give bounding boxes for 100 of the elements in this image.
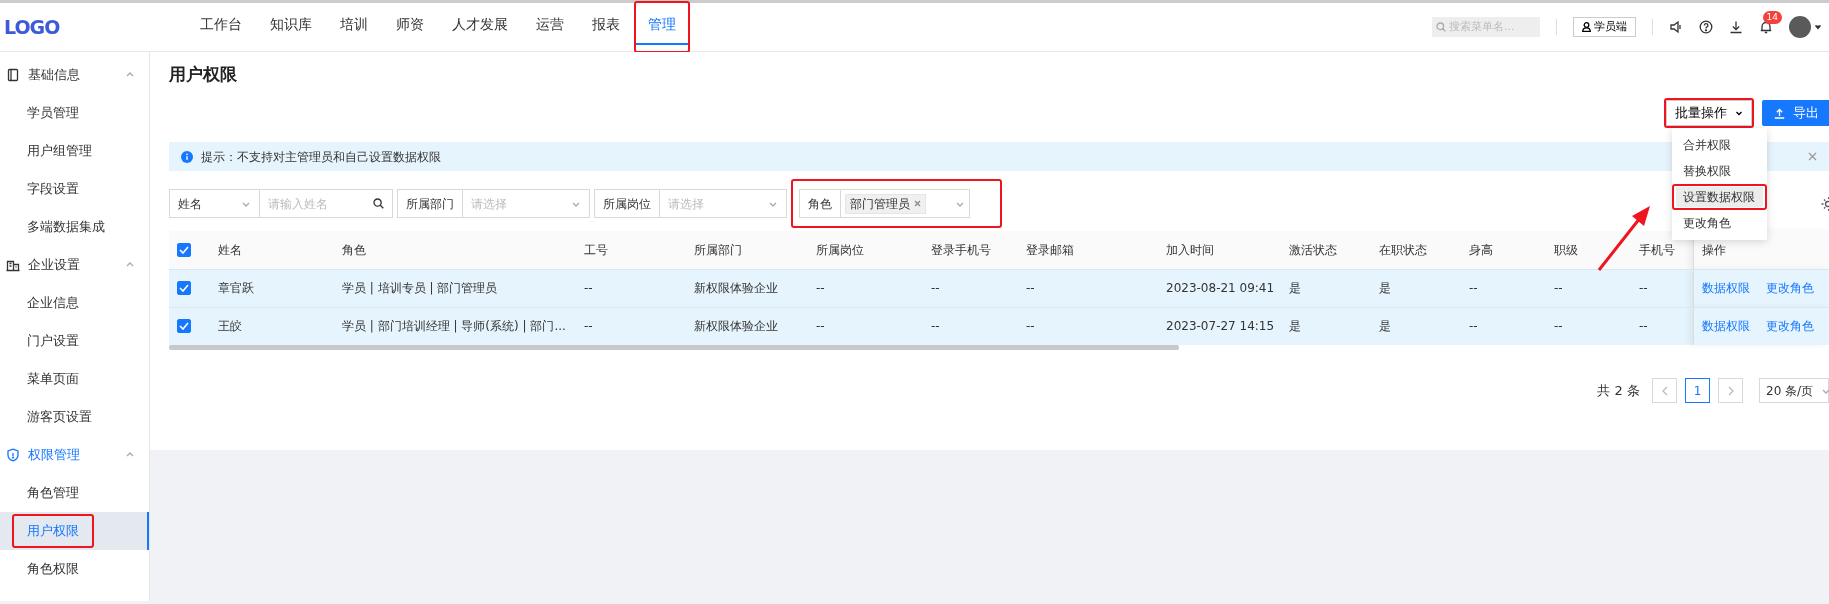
role-select[interactable]: 部门管理员 bbox=[841, 193, 969, 214]
table-cell: 是 bbox=[1371, 269, 1461, 307]
sidebar-item[interactable]: 用户权限 bbox=[27, 521, 79, 541]
table-cell: -- bbox=[1546, 307, 1631, 345]
sidebar-item[interactable]: 角色权限 bbox=[27, 559, 79, 579]
alert-message: 提示：不支持对主管理员和自己设置数据权限 bbox=[201, 148, 442, 166]
table-cell: -- bbox=[576, 269, 686, 307]
selected-tag: 部门管理员 bbox=[845, 193, 926, 214]
table-cell: 是 bbox=[1281, 307, 1371, 345]
page-title: 用户权限 bbox=[169, 63, 238, 86]
action-link[interactable]: 更改角色 bbox=[1765, 279, 1814, 297]
column-header: 工号 bbox=[576, 231, 686, 269]
filter-select[interactable]: 姓名 bbox=[170, 190, 260, 217]
search-icon bbox=[373, 198, 384, 209]
upload-icon bbox=[1774, 107, 1785, 119]
speaker-icon[interactable] bbox=[1669, 20, 1683, 34]
filter-label: 角色 bbox=[800, 190, 841, 217]
sidebar-item[interactable]: 角色管理 bbox=[27, 483, 79, 503]
nav-tab[interactable]: 工作台 bbox=[188, 5, 254, 45]
sidebar-group[interactable]: 基础信息 bbox=[0, 56, 149, 94]
sidebar-group[interactable]: 权限管理 bbox=[0, 436, 149, 474]
search-icon bbox=[1436, 22, 1446, 32]
table-cell: 是 bbox=[1281, 269, 1371, 307]
sidebar-item[interactable]: 企业信息 bbox=[27, 293, 79, 313]
chevron-icon bbox=[1735, 109, 1743, 117]
shield-icon bbox=[6, 448, 20, 462]
bell-icon[interactable] bbox=[1759, 20, 1773, 34]
column-header: 所属部门 bbox=[686, 231, 808, 269]
nav-tab[interactable]: 报表 bbox=[580, 5, 632, 45]
sidebar-item[interactable]: 学员管理 bbox=[27, 103, 79, 123]
chevron-left-icon bbox=[1661, 385, 1668, 396]
close-icon[interactable] bbox=[914, 200, 921, 207]
table-cell: -- bbox=[1546, 269, 1631, 307]
caret-icon[interactable] bbox=[1815, 24, 1821, 30]
table-cell: -- bbox=[576, 307, 686, 345]
sidebar-group[interactable]: 企业设置 bbox=[0, 246, 149, 284]
annotation-arrow bbox=[1596, 204, 1652, 272]
book-icon bbox=[6, 68, 20, 82]
table-cell: -- bbox=[1461, 307, 1546, 345]
portal-button[interactable]: 学员端 bbox=[1573, 17, 1636, 37]
action-link[interactable]: 更改角色 bbox=[1765, 317, 1814, 336]
column-header: 所属岗位 bbox=[808, 231, 923, 269]
sidebar-item[interactable]: 游客页设置 bbox=[27, 407, 92, 427]
nav-tab[interactable]: 人才发展 bbox=[440, 5, 520, 45]
checkbox[interactable] bbox=[177, 319, 191, 334]
table-cell: -- bbox=[1631, 307, 1693, 345]
table-cell: 学员 | 培训专员 | 部门管理员 bbox=[334, 269, 576, 307]
table-cell: -- bbox=[1018, 307, 1158, 345]
menu-item[interactable]: 设置数据权限 bbox=[1676, 187, 1763, 207]
notification-count: 14 bbox=[1762, 11, 1782, 24]
action-link[interactable]: 数据权限 bbox=[1701, 317, 1750, 336]
help-icon[interactable] bbox=[1699, 20, 1713, 34]
sidebar-item[interactable]: 菜单页面 bbox=[27, 369, 79, 389]
horizontal-scrollbar[interactable] bbox=[169, 345, 1179, 350]
table-cell: -- bbox=[808, 307, 923, 345]
sidebar-item[interactable]: 门户设置 bbox=[27, 331, 79, 351]
table-cell: 是 bbox=[1371, 307, 1461, 345]
sidebar-item[interactable]: 字段设置 bbox=[27, 179, 79, 199]
filter-label: 所属岗位 bbox=[595, 190, 660, 217]
column-header: 身高 bbox=[1461, 231, 1546, 269]
column-header: 职级 bbox=[1546, 231, 1631, 269]
table-cell: -- bbox=[808, 269, 923, 307]
chevron-right-icon bbox=[1727, 385, 1734, 396]
menu-item[interactable]: 合并权限 bbox=[1676, 135, 1763, 155]
bulk-action-button[interactable]: 批量操作 bbox=[1666, 100, 1752, 126]
page-size-select[interactable]: 20 条/页 bbox=[1759, 378, 1829, 403]
checkbox[interactable] bbox=[177, 281, 191, 295]
person-icon bbox=[1582, 22, 1591, 32]
column-header: 姓名 bbox=[210, 231, 334, 269]
info-icon bbox=[181, 150, 193, 163]
table-cell: 章官跃 bbox=[210, 269, 334, 307]
table-cell: 新权限体验企业 bbox=[686, 269, 808, 307]
page-button[interactable]: 1 bbox=[1685, 378, 1710, 403]
nav-tab[interactable]: 运营 bbox=[524, 5, 576, 45]
table-cell: -- bbox=[1018, 269, 1158, 307]
table-cell: -- bbox=[1631, 269, 1693, 307]
table-cell: -- bbox=[923, 307, 1018, 345]
nav-tab[interactable]: 知识库 bbox=[258, 5, 324, 45]
avatar[interactable] bbox=[1789, 16, 1811, 38]
filter-label: 所属部门 bbox=[398, 190, 463, 217]
table-cell: -- bbox=[923, 269, 1018, 307]
menu-item[interactable]: 替换权限 bbox=[1676, 161, 1763, 181]
export-button[interactable]: 导出 bbox=[1762, 100, 1829, 126]
checkbox[interactable] bbox=[177, 242, 191, 257]
nav-tab[interactable]: 管理 bbox=[636, 5, 688, 45]
column-header: 激活状态 bbox=[1281, 231, 1371, 269]
sidebar-item[interactable]: 用户组管理 bbox=[27, 141, 92, 161]
table-cell: -- bbox=[1461, 269, 1546, 307]
action-link[interactable]: 数据权限 bbox=[1701, 279, 1750, 297]
nav-tab[interactable]: 师资 bbox=[384, 5, 436, 45]
download-icon[interactable] bbox=[1729, 20, 1743, 34]
building-icon bbox=[6, 258, 20, 272]
logo: LOGO bbox=[3, 14, 61, 40]
column-header: 登录邮箱 bbox=[1018, 231, 1158, 269]
menu-item[interactable]: 更改角色 bbox=[1676, 213, 1763, 233]
column-header: 加入时间 bbox=[1158, 231, 1281, 269]
nav-tab[interactable]: 培训 bbox=[328, 5, 380, 45]
sidebar-item[interactable]: 多端数据集成 bbox=[27, 217, 105, 237]
table-cell: 新权限体验企业 bbox=[686, 307, 808, 345]
close-icon[interactable] bbox=[1808, 152, 1817, 161]
